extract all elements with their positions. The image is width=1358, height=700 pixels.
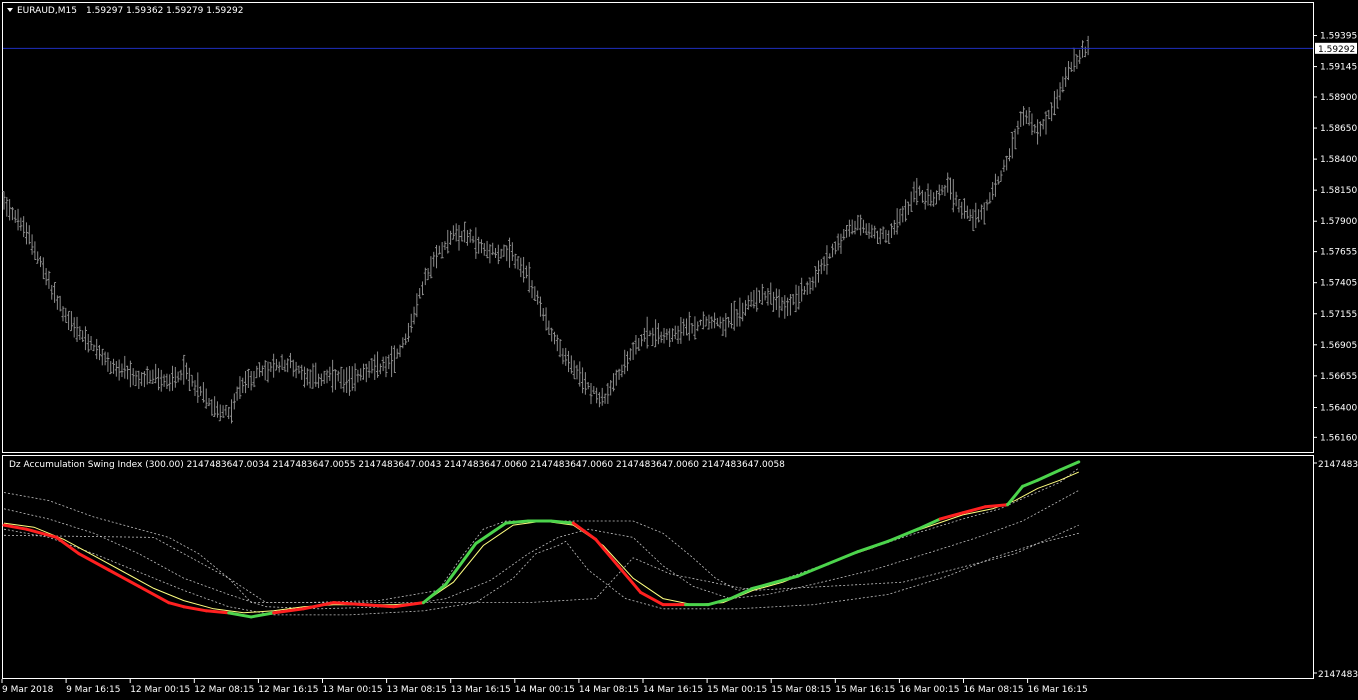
time-axis-label: 15 Mar 16:15 bbox=[835, 685, 895, 695]
time-axis-label: 13 Mar 00:15 bbox=[323, 685, 383, 695]
indicator-axis-bottom-label: 21474836 bbox=[1318, 670, 1358, 680]
price-axis-label: 1.57655 bbox=[1320, 248, 1357, 258]
indicator-index-segment bbox=[362, 603, 395, 609]
indicator-index-segment bbox=[983, 503, 1010, 509]
price-axis-label: 1.58650 bbox=[1320, 124, 1357, 134]
price-axis-label: 1.58150 bbox=[1320, 186, 1357, 196]
indicator-index-segment bbox=[549, 519, 575, 525]
indicator-info: Dz Accumulation Swing Index (300.00) 214… bbox=[9, 460, 785, 470]
indicator-index-segment bbox=[204, 609, 231, 615]
price-axis-label: 1.59145 bbox=[1320, 63, 1357, 73]
chart-window[interactable]: EURAUD,M15 1.59297 1.59362 1.59279 1.592… bbox=[0, 0, 1358, 700]
price-axis-label: 1.57900 bbox=[1320, 217, 1357, 227]
price-axis-label: 1.56655 bbox=[1320, 372, 1357, 382]
time-axis-label: 13 Mar 08:15 bbox=[387, 685, 447, 695]
price-axis-label: 1.58900 bbox=[1320, 93, 1357, 103]
time-axis-label: 14 Mar 08:15 bbox=[579, 685, 639, 695]
time-axis-label: 16 Mar 00:15 bbox=[899, 685, 959, 695]
time-axis-label: 9 Mar 16:15 bbox=[66, 685, 120, 695]
time-axis-label: 15 Mar 00:15 bbox=[707, 685, 767, 695]
ohlc-values: 1.59297 1.59362 1.59279 1.59292 bbox=[86, 6, 243, 16]
chart-background bbox=[0, 0, 1358, 700]
indicator-index-segment bbox=[504, 519, 530, 525]
time-axis-label: 9 Mar 2018 bbox=[2, 685, 54, 695]
price-axis-label: 1.57405 bbox=[1320, 279, 1357, 289]
price-axis-label: 1.58400 bbox=[1320, 155, 1357, 165]
current-price-tag: 1.59292 bbox=[1315, 42, 1357, 55]
time-axis-label: 16 Mar 16:15 bbox=[1028, 685, 1088, 695]
price-axis-label: 1.56400 bbox=[1320, 404, 1357, 414]
time-axis-label: 16 Mar 08:15 bbox=[964, 685, 1024, 695]
price-axis-label: 1.59395 bbox=[1320, 32, 1357, 42]
time-axis-label: 14 Mar 16:15 bbox=[643, 685, 703, 695]
price-axis-label: 1.56160 bbox=[1320, 433, 1357, 443]
time-axis-label: 12 Mar 00:15 bbox=[130, 685, 190, 695]
price-axis-label: 1.57155 bbox=[1320, 310, 1357, 320]
current-price-tag-label: 1.59292 bbox=[1318, 45, 1355, 55]
time-axis-label: 12 Mar 16:15 bbox=[258, 685, 318, 695]
indicator-axis-top-label: 21474836 bbox=[1318, 460, 1358, 470]
time-axis-label: 13 Mar 16:15 bbox=[451, 685, 511, 695]
time-axis-label: 15 Mar 08:15 bbox=[771, 685, 831, 695]
symbol-info: EURAUD,M15 bbox=[17, 6, 77, 16]
indicator-index-segment bbox=[332, 601, 366, 607]
time-axis-label: 12 Mar 08:15 bbox=[194, 685, 254, 695]
price-axis-label: 1.56905 bbox=[1320, 341, 1357, 351]
time-axis-label: 14 Mar 00:15 bbox=[515, 685, 575, 695]
